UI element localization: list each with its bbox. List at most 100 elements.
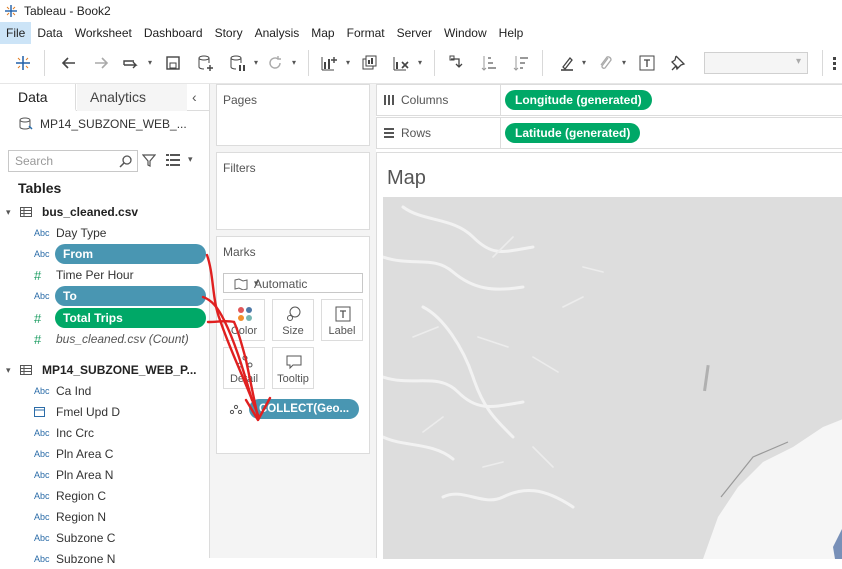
new-data-source-icon[interactable]	[194, 52, 216, 74]
field-subzone-n[interactable]: Abc Subzone N	[34, 549, 210, 569]
menu-bar: File Data Worksheet Dashboard Story Anal…	[0, 22, 842, 44]
field-inc-crc[interactable]: Abc Inc Crc	[34, 423, 210, 443]
menu-story[interactable]: Story	[209, 22, 249, 44]
caret-down-icon[interactable]: ▾	[292, 58, 296, 67]
menu-format[interactable]: Format	[341, 22, 391, 44]
columns-shelf[interactable]: Columns Longitude (generated)	[376, 84, 842, 116]
new-worksheet-icon[interactable]	[318, 52, 340, 74]
search-input[interactable]: Search	[8, 150, 138, 172]
redo-icon[interactable]	[90, 52, 112, 74]
table-mp14-subzone[interactable]: ▾ MP14_SUBZONE_WEB_P...	[6, 360, 197, 380]
latitude-pill[interactable]: Latitude (generated)	[505, 123, 641, 143]
map-canvas[interactable]	[383, 197, 842, 559]
field-label: Pln Area C	[56, 447, 114, 461]
selected-field-to[interactable]: To	[55, 286, 206, 306]
group-members-icon[interactable]	[594, 52, 616, 74]
save-icon[interactable]	[162, 52, 184, 74]
pages-card[interactable]: Pages	[216, 84, 370, 146]
field-region-c[interactable]: Abc Region C	[34, 486, 210, 506]
field-label: Day Type	[56, 226, 107, 240]
show-me-icon[interactable]	[830, 52, 842, 74]
tableau-home-icon[interactable]	[12, 52, 34, 74]
chevron-down-icon[interactable]: ▾	[6, 365, 20, 376]
color-button[interactable]: Color	[223, 299, 265, 341]
sort-ascending-icon[interactable]	[478, 52, 500, 74]
search-icon[interactable]	[119, 154, 133, 168]
tooltip-button[interactable]: Tooltip	[272, 347, 314, 389]
mark-type-dropdown[interactable]: Automatic ▾	[223, 273, 363, 293]
caret-down-icon[interactable]: ▾	[582, 58, 586, 67]
caret-down-icon[interactable]: ▾	[254, 58, 258, 67]
swap-rows-columns-icon[interactable]	[446, 52, 468, 74]
duplicate-sheet-icon[interactable]	[358, 52, 380, 74]
highlight-icon[interactable]	[556, 52, 578, 74]
tableau-logo-icon	[5, 5, 17, 17]
longitude-pill[interactable]: Longitude (generated)	[505, 90, 652, 110]
field-label: Inc Crc	[56, 426, 95, 440]
clear-sheet-icon[interactable]	[390, 52, 412, 74]
field-day-type[interactable]: Abc Day Type	[34, 223, 210, 243]
string-type-icon: Abc	[34, 470, 50, 480]
label-label: Label	[328, 325, 356, 337]
label-button[interactable]: Label	[321, 299, 363, 341]
caret-down-icon[interactable]: ▾	[622, 58, 626, 67]
undo-icon[interactable]	[58, 52, 80, 74]
menu-help[interactable]: Help	[493, 22, 530, 44]
menu-worksheet[interactable]: Worksheet	[69, 22, 138, 44]
tab-data[interactable]: Data	[0, 84, 76, 111]
rows-label: Rows	[401, 126, 432, 140]
cards-column: Pages Filters Marks Automatic ▾ Color Si…	[210, 84, 376, 558]
detail-button[interactable]: Detail	[223, 347, 265, 389]
database-icon	[19, 117, 33, 130]
caret-down-icon[interactable]: ▾	[188, 154, 193, 165]
tab-analytics[interactable]: Analytics	[77, 84, 187, 111]
menu-server[interactable]: Server	[391, 22, 438, 44]
pause-auto-updates-icon[interactable]	[226, 52, 248, 74]
collect-geometry-pill[interactable]: COLLECT(Geo...	[249, 399, 359, 419]
field-pln-area-n[interactable]: Abc Pln Area N	[34, 465, 210, 485]
refresh-icon[interactable]	[264, 52, 286, 74]
sheet-title[interactable]: Map	[387, 167, 426, 190]
field-label: Subzone C	[56, 531, 116, 545]
collapse-chevron-icon[interactable]: ‹	[192, 89, 197, 105]
menu-data[interactable]: Data	[31, 22, 68, 44]
field-count[interactable]: # bus_cleaned.csv (Count)	[34, 329, 210, 349]
caret-down-icon[interactable]: ▾	[148, 58, 152, 67]
menu-dashboard[interactable]: Dashboard	[138, 22, 209, 44]
caret-down-icon[interactable]: ▾	[346, 58, 350, 67]
size-button[interactable]: Size	[272, 299, 314, 341]
show-mark-labels-icon[interactable]	[636, 52, 658, 74]
menu-map[interactable]: Map	[305, 22, 340, 44]
selected-field-total-trips[interactable]: Total Trips	[55, 308, 206, 328]
sort-descending-icon[interactable]	[510, 52, 532, 74]
field-pln-area-c[interactable]: Abc Pln Area C	[34, 444, 210, 464]
field-fmel-upd-d[interactable]: Fmel Upd D	[34, 402, 210, 422]
number-type-icon: #	[34, 267, 42, 283]
string-type-icon: Abc	[34, 386, 50, 396]
filters-card[interactable]: Filters	[216, 152, 370, 230]
field-subzone-c[interactable]: Abc Subzone C	[34, 528, 210, 548]
rows-shelf[interactable]: Rows Latitude (generated)	[376, 117, 842, 149]
chevron-down-icon[interactable]: ▾	[6, 207, 20, 218]
menu-file[interactable]: File	[0, 22, 32, 44]
menu-analysis[interactable]: Analysis	[249, 22, 306, 44]
number-type-icon: #	[34, 310, 42, 326]
filter-icon[interactable]	[142, 153, 156, 167]
fix-axes-pin-icon[interactable]	[666, 52, 688, 74]
map-mark-icon	[234, 278, 248, 290]
caret-down-icon[interactable]: ▾	[418, 58, 422, 67]
field-region-n[interactable]: Abc Region N	[34, 507, 210, 527]
calendar-icon	[34, 406, 56, 419]
field-ca-ind[interactable]: Abc Ca Ind	[34, 381, 210, 401]
pause-updates-icon[interactable]	[120, 52, 142, 74]
data-source-item[interactable]: MP14_SUBZONE_WEB_...	[18, 116, 187, 132]
view-list-icon[interactable]	[166, 154, 180, 166]
table-icon	[20, 365, 32, 375]
field-time-per-hour[interactable]: # Time Per Hour	[34, 265, 210, 285]
selected-field-from[interactable]: From	[55, 244, 206, 264]
toolbar: ▾ ▾ ▾ ▾ ▾ ▾ ▾	[0, 44, 842, 84]
fit-dropdown[interactable]	[704, 52, 808, 74]
columns-shelf-label: Columns	[377, 85, 501, 115]
menu-window[interactable]: Window	[438, 22, 493, 44]
table-bus-cleaned[interactable]: ▾ bus_cleaned.csv	[6, 202, 138, 222]
